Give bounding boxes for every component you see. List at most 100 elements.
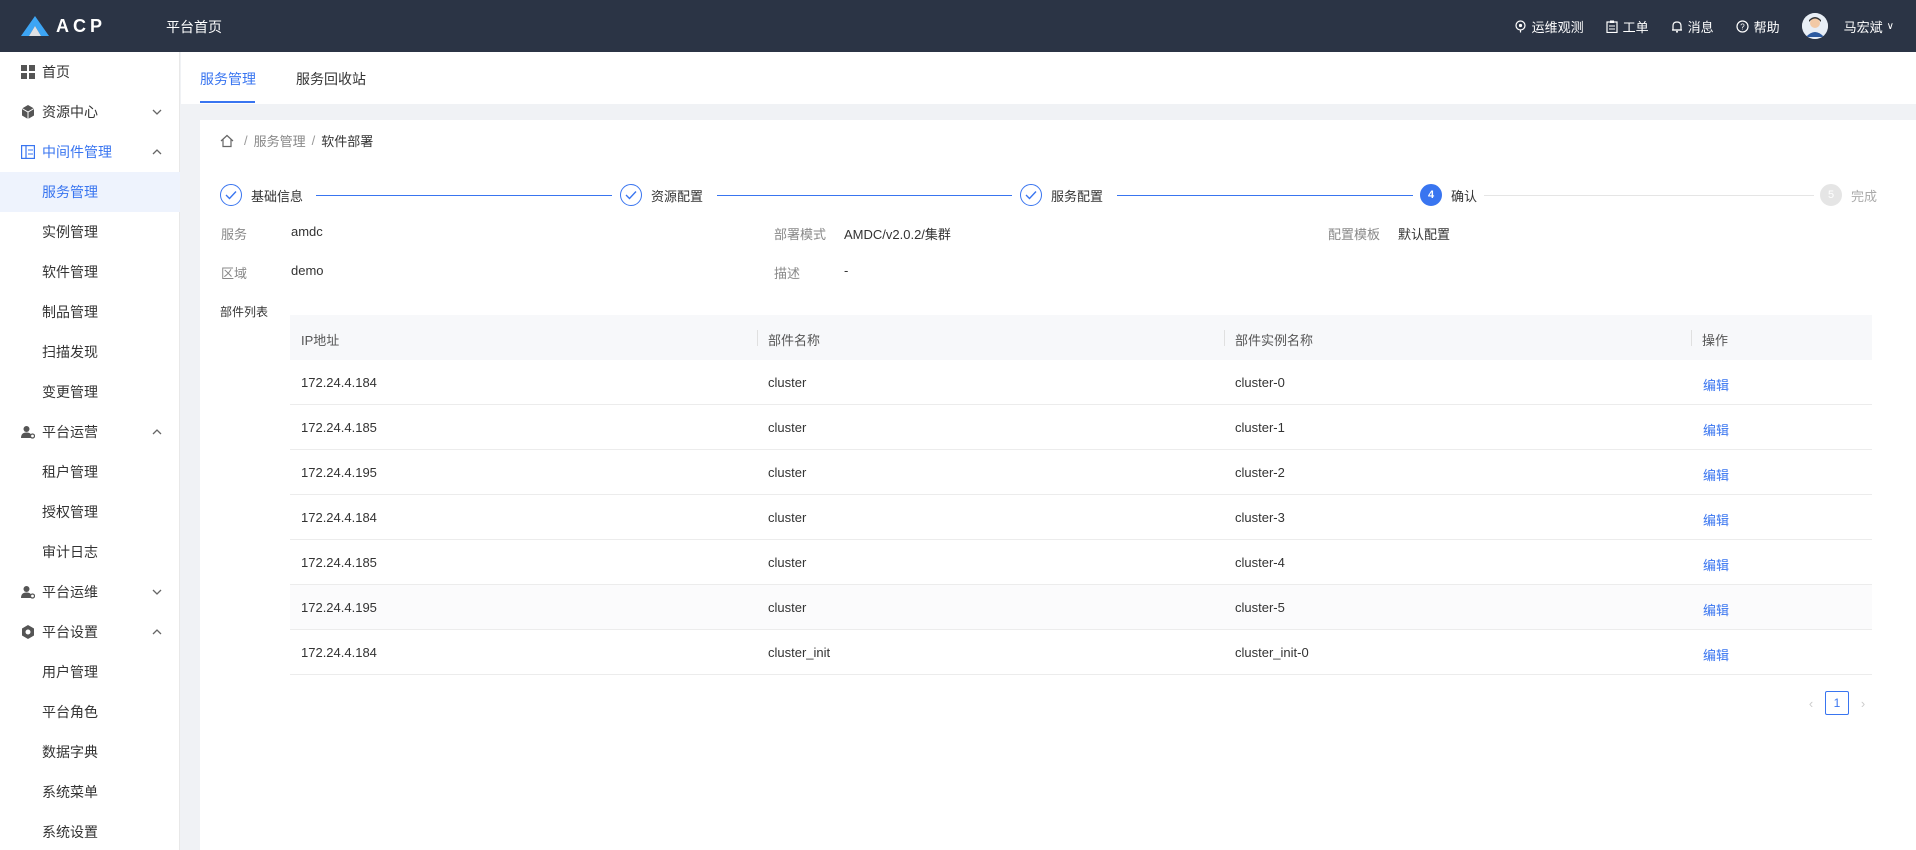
sidebar-item-artifact-management[interactable]: 制品管理 xyxy=(0,292,180,332)
sidebar-item-label: 平台运营 xyxy=(42,424,98,440)
column-header-ip: IP地址 xyxy=(301,333,340,348)
sidebar-item-authorization-management[interactable]: 授权管理 xyxy=(0,492,180,532)
table-row: 172.24.4.195 cluster cluster-2 编辑 xyxy=(290,450,1872,495)
cell-component-name: cluster xyxy=(768,600,807,615)
middleware-icon xyxy=(21,145,35,159)
description-label: 描述 xyxy=(774,266,801,281)
breadcrumb-current: 软件部署 xyxy=(321,134,374,149)
chevron-up-icon xyxy=(152,149,162,155)
edit-link[interactable]: 编辑 xyxy=(1703,420,1729,439)
monitor-icon xyxy=(1514,19,1526,32)
sidebar-item-middleware[interactable]: 中间件管理 xyxy=(0,132,180,172)
sidebar-item-resource-center[interactable]: 资源中心 xyxy=(0,92,180,132)
edit-link[interactable]: 编辑 xyxy=(1703,600,1729,619)
active-tab-indicator xyxy=(200,101,255,103)
sidebar-item-software-management[interactable]: 软件管理 xyxy=(0,252,180,292)
cell-instance-name: cluster-2 xyxy=(1235,465,1285,480)
sidebar-item-label: 租户管理 xyxy=(42,464,98,480)
sidebar-item-scan-discovery[interactable]: 扫描发现 xyxy=(0,332,180,372)
user-menu-chevron-icon[interactable]: ∨ xyxy=(1887,21,1894,32)
sidebar-item-change-management[interactable]: 变更管理 xyxy=(0,372,180,412)
sidebar-item-label: 用户管理 xyxy=(42,664,98,680)
chevron-up-icon xyxy=(152,629,162,635)
sidebar-item-label: 平台设置 xyxy=(42,624,98,640)
workorder-link[interactable]: 工单 xyxy=(1606,17,1649,36)
sidebar-item-data-dictionary[interactable]: 数据字典 xyxy=(0,732,180,772)
page-number-button[interactable]: 1 xyxy=(1825,691,1849,715)
logo[interactable]: ACP xyxy=(20,13,106,39)
sidebar-item-audit-log[interactable]: 审计日志 xyxy=(0,532,180,572)
sidebar-item-platform-operations[interactable]: 平台运营 xyxy=(0,412,180,452)
logo-text: ACP xyxy=(56,15,107,36)
workorder-label: 工单 xyxy=(1622,19,1649,35)
column-header-action: 操作 xyxy=(1702,333,1729,348)
cell-instance-name: cluster-5 xyxy=(1235,600,1285,615)
sidebar-item-platform-roles[interactable]: 平台角色 xyxy=(0,692,180,732)
table-row: 172.24.4.184 cluster cluster-3 编辑 xyxy=(290,495,1872,540)
service-value: amdc xyxy=(291,224,323,239)
edit-link[interactable]: 编辑 xyxy=(1703,465,1729,484)
table-row: 172.24.4.185 cluster cluster-1 编辑 xyxy=(290,405,1872,450)
sidebar-item-tenant-management[interactable]: 租户管理 xyxy=(0,452,180,492)
sidebar-item-label: 审计日志 xyxy=(42,544,98,560)
table-header: IP地址 部件名称 部件实例名称 操作 xyxy=(290,315,1872,360)
cell-instance-name: cluster-1 xyxy=(1235,420,1285,435)
sidebar-item-platform-settings[interactable]: 平台设置 xyxy=(0,612,180,652)
sidebar-item-user-management[interactable]: 用户管理 xyxy=(0,652,180,692)
user-avatar-icon xyxy=(1801,13,1828,39)
sidebar-item-home[interactable]: 首页 xyxy=(0,52,180,92)
edit-link[interactable]: 编辑 xyxy=(1703,510,1729,529)
region-value: demo xyxy=(291,263,324,278)
next-page-chevron-icon[interactable]: › xyxy=(1853,696,1873,711)
cell-ip: 172.24.4.185 xyxy=(301,420,377,435)
cell-component-name: cluster xyxy=(768,510,807,525)
help-link[interactable]: ? 帮助 xyxy=(1736,17,1780,36)
home-icon[interactable] xyxy=(220,134,234,148)
edit-link[interactable]: 编辑 xyxy=(1703,555,1729,574)
platform-home-link[interactable]: 平台首页 xyxy=(166,17,222,37)
prev-page-chevron-icon[interactable]: ‹ xyxy=(1801,696,1821,711)
step-label: 完成 xyxy=(1851,188,1878,204)
avatar[interactable] xyxy=(1801,13,1828,39)
sidebar-item-label: 中间件管理 xyxy=(42,144,112,160)
step-label: 服务配置 xyxy=(1051,188,1104,204)
step-resource-config: 资源配置 xyxy=(620,184,703,206)
cell-instance-name: cluster_init-0 xyxy=(1235,645,1309,660)
sidebar-item-service-management[interactable]: 服务管理 xyxy=(0,172,180,212)
edit-link[interactable]: 编辑 xyxy=(1703,375,1729,394)
chevron-down-icon xyxy=(152,109,162,115)
step-number: 4 xyxy=(1420,184,1442,206)
sidebar-item-system-menu[interactable]: 系统菜单 xyxy=(0,772,180,812)
monitor-link[interactable]: 运维观测 xyxy=(1514,17,1584,36)
cell-ip: 172.24.4.184 xyxy=(301,645,377,660)
sidebar-item-instance-management[interactable]: 实例管理 xyxy=(0,212,180,252)
tab-service-recycle-bin[interactable]: 服务回收站 xyxy=(296,69,366,89)
description-value: - xyxy=(844,263,849,278)
cell-instance-name: cluster-3 xyxy=(1235,510,1285,525)
step-number: 5 xyxy=(1820,184,1842,206)
sidebar-item-label: 数据字典 xyxy=(42,744,98,760)
sidebar-item-system-settings[interactable]: 系统设置 xyxy=(0,812,180,850)
deploy-mode-label: 部署模式 xyxy=(774,227,827,242)
edit-link[interactable]: 编辑 xyxy=(1703,645,1729,664)
cell-component-name: cluster xyxy=(768,375,807,390)
sidebar-item-platform-maintenance[interactable]: 平台运维 xyxy=(0,572,180,612)
cell-ip: 172.24.4.184 xyxy=(301,375,377,390)
user-name[interactable]: 马宏斌 xyxy=(1844,17,1883,36)
help-circle-icon: ? xyxy=(1736,19,1749,33)
step-connector xyxy=(1484,195,1814,196)
user-gear-icon xyxy=(21,586,35,599)
deploy-mode-value: AMDC/v2.0.2/集群 xyxy=(844,227,951,242)
chevron-up-icon xyxy=(152,429,162,435)
sidebar-item-label: 系统设置 xyxy=(42,824,98,840)
message-link[interactable]: 消息 xyxy=(1671,17,1714,36)
tab-service-management[interactable]: 服务管理 xyxy=(200,69,256,89)
breadcrumb-service-management[interactable]: 服务管理 xyxy=(254,131,306,150)
sidebar-item-label: 扫描发现 xyxy=(42,344,98,360)
component-table: IP地址 部件名称 部件实例名称 操作 172.24.4.184 cluster… xyxy=(290,315,1872,675)
breadcrumb-separator: / xyxy=(311,133,316,148)
cube-icon xyxy=(21,105,35,119)
check-icon xyxy=(620,184,642,206)
logo-icon xyxy=(21,16,49,36)
check-icon xyxy=(220,184,242,206)
